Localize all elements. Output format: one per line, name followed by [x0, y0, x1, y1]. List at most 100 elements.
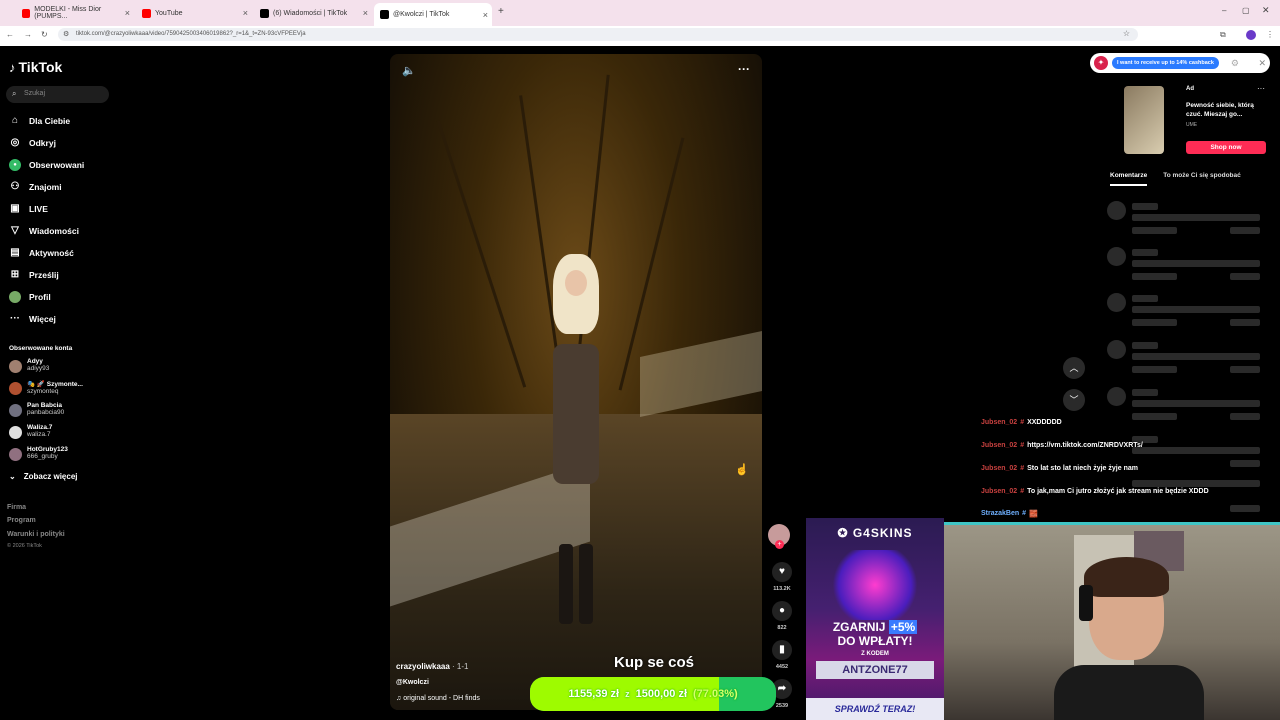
nav-messages[interactable]: ▽ Wiadomości	[9, 225, 79, 236]
nav-following[interactable]: ● Obserwowani	[9, 159, 84, 171]
back-icon[interactable]: ←	[6, 30, 14, 39]
close-icon[interactable]: ×	[125, 8, 130, 18]
creator-avatar[interactable]: +	[768, 524, 790, 549]
tiktok-note-icon: ♪	[9, 59, 16, 75]
youtube-icon	[22, 8, 31, 18]
skeleton-avatar	[1107, 293, 1126, 312]
bookmark-star-icon[interactable]: ☆	[1123, 29, 1130, 38]
skeleton-line	[1132, 480, 1260, 487]
see-more-button[interactable]: ⌄ Zobacz więcej	[9, 472, 78, 481]
friends-icon: ⚇	[10, 181, 20, 192]
sponsor-code-label: Z KODEM	[861, 651, 889, 657]
cashback-extension-banner[interactable]: ✦ I want to receive up to 14% cashback ⚙…	[1090, 53, 1270, 73]
profile-avatar-icon[interactable]	[1246, 30, 1256, 40]
skeleton-line	[1132, 389, 1158, 396]
followed-account[interactable]: HotGruby123 666_gruby	[9, 446, 68, 461]
menu-icon[interactable]: ⋮	[1266, 30, 1274, 39]
search-input[interactable]: ⌕ Szukaj	[6, 86, 109, 103]
stream-chat-message: Jubsen_02 # To jak,mam Ci jutro złożyć ja…	[981, 488, 1209, 495]
skeleton-line	[1132, 227, 1177, 234]
more-options-icon[interactable]: ···	[738, 62, 750, 76]
skeleton-line	[1230, 413, 1260, 420]
stream-chat-message: Jubsen_02 # https://vm.tiktok.com/ZNRDVXR…	[981, 442, 1143, 449]
settings-icon[interactable]: ⚙	[1231, 58, 1239, 69]
tab-comments[interactable]: Komentarze	[1110, 172, 1148, 186]
nav-explore[interactable]: ◎ Odkryj	[9, 137, 56, 148]
close-icon[interactable]: ×	[483, 10, 488, 20]
close-icon[interactable]: ×	[243, 8, 248, 18]
chevron-down-icon: ⌄	[9, 472, 16, 481]
close-icon[interactable]: ×	[363, 8, 368, 18]
followed-account[interactable]: Waliza.7 waliza.7	[9, 424, 52, 439]
save-button[interactable]: ▮ 4452	[770, 640, 794, 670]
footer-link[interactable]: Program	[7, 517, 36, 524]
skeleton-line	[1132, 342, 1158, 349]
reload-icon[interactable]: ↻	[41, 30, 48, 39]
nav-upload[interactable]: ⊞ Prześlij	[9, 269, 59, 280]
forward-icon[interactable]: →	[24, 30, 32, 39]
followed-account[interactable]: 🎭 🚀 Szymonte... szymonteq	[9, 380, 83, 395]
followed-account[interactable]: Pan Babcia panbabcia90	[9, 402, 64, 417]
following-icon: ●	[9, 159, 21, 171]
site-info-icon[interactable]: ⚙	[63, 30, 69, 38]
streamer-webcam	[944, 522, 1280, 720]
nav-more[interactable]: ··· Więcej	[9, 313, 56, 324]
cashback-logo-icon: ✦	[1094, 56, 1108, 70]
ad-more-icon[interactable]: ···	[1257, 84, 1265, 93]
followed-account[interactable]: Adyy adiyy93	[9, 358, 49, 373]
nav-activity[interactable]: ▤ Aktywność	[9, 247, 74, 258]
video-mention[interactable]: @Kwolczi	[396, 679, 429, 686]
nav-live[interactable]: ▣ LIVE	[9, 203, 48, 214]
ad-image[interactable]	[1124, 86, 1164, 154]
new-tab-icon[interactable]: +	[498, 6, 504, 17]
donation-progress-text: 1155,39 zł z 1500,00 zł (77.03%)	[568, 688, 738, 700]
follow-plus-icon[interactable]: +	[775, 540, 784, 549]
footer-link[interactable]: Warunki i polityki	[7, 531, 65, 538]
browser-tab[interactable]: (6) Wiadomości | TikTok ×	[254, 4, 372, 22]
shop-now-button[interactable]: Shop now	[1186, 141, 1266, 154]
video-author[interactable]: crazyoliwkaaa · 1-1	[396, 662, 469, 671]
skeleton-line	[1132, 249, 1158, 256]
close-icon[interactable]: ✕	[1258, 58, 1266, 69]
skeleton-line	[1132, 203, 1158, 210]
footer-link[interactable]: Firma	[7, 504, 26, 511]
stream-chat-message: Jubsen_02 # XXDDDDD	[981, 419, 1062, 426]
nav-friends[interactable]: ⚇ Znajomi	[9, 181, 62, 192]
nav-profile[interactable]: Profil	[9, 291, 51, 303]
nav-for-you[interactable]: ⌂ Dla Ciebie	[9, 115, 70, 126]
skeleton-line	[1132, 295, 1158, 302]
inbox-icon: ▤	[10, 247, 20, 258]
maximize-icon[interactable]: ▢	[1242, 6, 1250, 15]
browser-tabstrip: MODELKI - Miss Dior (PUMPS... × YouTube …	[0, 0, 1280, 26]
tab-suggested[interactable]: To może Ci się spodobać	[1163, 172, 1241, 186]
following-accounts-title: Obserwowane konta	[9, 345, 73, 352]
browser-tab[interactable]: YouTube ×	[136, 4, 252, 22]
close-window-icon[interactable]: ✕	[1262, 5, 1270, 16]
stream-chat-message: Jubsen_02 # Sto lat sto lat niech żyje ży…	[981, 465, 1138, 472]
copyright: © 2026 TikTok	[7, 543, 42, 549]
browser-tab[interactable]: MODELKI - Miss Dior (PUMPS... ×	[16, 4, 134, 22]
comment-button[interactable]: ● 822	[770, 601, 794, 631]
address-bar[interactable]: ⚙ tiktok.com/@crazyoliwkaaa/video/759042…	[58, 28, 1138, 41]
skeleton-line	[1230, 319, 1260, 326]
donation-title: Kup se coś	[614, 654, 695, 671]
ad-brand: UME	[1186, 122, 1198, 128]
minimize-icon[interactable]: –	[1222, 6, 1226, 15]
like-button[interactable]: ♥ 113.2K	[770, 562, 794, 592]
skeleton-line	[1230, 460, 1260, 467]
browser-tab-active[interactable]: @Kwolczi | TikTok ×	[374, 3, 492, 26]
video-player[interactable]	[390, 54, 762, 710]
skeleton-line	[1132, 260, 1260, 267]
volume-icon[interactable]: 🔈	[402, 64, 416, 77]
extensions-icon[interactable]: ⧉	[1220, 30, 1226, 40]
skeleton-line	[1132, 353, 1260, 360]
skeleton-line	[1230, 505, 1260, 512]
youtube-icon	[142, 8, 151, 18]
tiktok-logo[interactable]: ♪ TikTok	[9, 59, 62, 75]
video-sound[interactable]: ♫ original sound - DH finds	[396, 695, 480, 702]
comment-icon: ●	[772, 601, 792, 621]
search-icon: ⌕	[12, 89, 17, 98]
skeleton-line	[1132, 306, 1260, 313]
next-video-button[interactable]: ﹀	[1063, 389, 1085, 411]
previous-video-button[interactable]: ︿	[1063, 357, 1085, 379]
